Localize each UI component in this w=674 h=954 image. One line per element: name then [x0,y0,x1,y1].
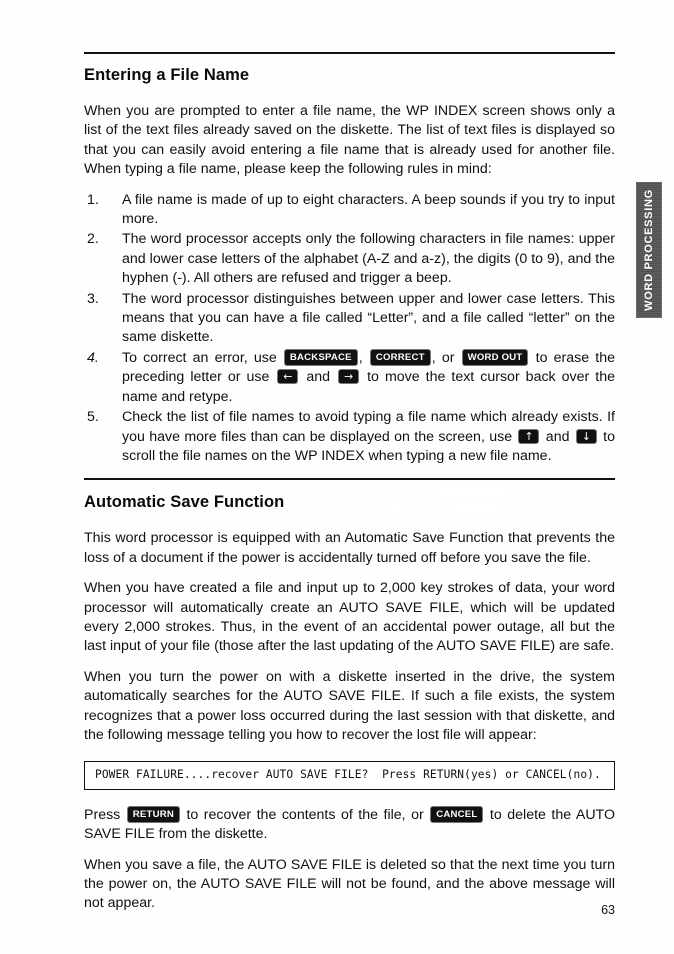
auto-save-paragraph-2: When you have created a file and input u… [84,580,615,655]
list-item: 5. Check the list of file names to avoid… [84,408,615,466]
list-item: 1. A file name is made of up to eight ch… [84,191,615,230]
file-name-rules-list: 1. A file name is made of up to eight ch… [84,191,615,467]
para4-text-segment-2: to recover the contents of the file, or [180,806,430,823]
rule4-text-segment-3: , or [431,349,461,366]
document-page: Entering a File Name When you are prompt… [0,0,674,954]
list-item-number: 2. [87,231,99,248]
heading-divider-middle [84,478,615,481]
side-tab-word-processing: WORD PROCESSING [636,182,662,318]
rule4-text-segment-1: To correct an error, use [122,349,283,366]
list-item-number: 4. [87,349,99,366]
para4-text-segment-1: Press [84,806,126,823]
auto-save-paragraph-1: This word processor is equipped with an … [84,530,615,566]
list-item: 3. The word processor distinguishes betw… [84,290,615,348]
list-item-text: Check the list of file names to avoid ty… [122,409,615,464]
list-item-number: 5. [87,409,99,426]
list-item-number: 3. [87,290,99,307]
key-word-out[interactable]: WORD OUT [461,348,529,367]
page-content: Entering a File Name When you are prompt… [84,52,615,914]
list-item: 2. The word processor accepts only the f… [84,230,615,288]
list-item-text: The word processor distinguishes between… [122,290,615,346]
list-item-text: A file name is made of up to eight chara… [122,191,615,228]
auto-save-paragraph-4: Press RETURN to recover the contents of … [84,805,615,845]
heading-divider-top [84,52,615,54]
power-failure-message-box: POWER FAILURE....recover AUTO SAVE FILE?… [84,761,615,790]
page-number: 63 [601,903,615,917]
key-cancel[interactable]: CANCEL [430,805,484,824]
key-backspace[interactable]: BACKSPACE [283,348,358,367]
rule5-text-segment-2: and [541,428,574,445]
section-heading-automatic-save-function: Automatic Save Function [84,493,285,512]
key-arrow-down-icon[interactable]: ↓ [575,428,597,444]
intro-paragraph: When you are prompted to enter a file na… [84,103,615,178]
key-correct[interactable]: CORRECT [369,348,431,367]
power-failure-message-text: POWER FAILURE....recover AUTO SAVE FILE?… [95,768,601,782]
auto-save-paragraph-3: When you turn the power on with a disket… [84,668,615,743]
list-item: 4. To correct an error, use BACKSPACE, C… [84,348,615,407]
key-arrow-right-icon[interactable]: → [338,369,360,385]
key-arrow-up-icon[interactable]: ↑ [518,428,540,444]
key-arrow-left-icon[interactable]: ← [277,369,299,385]
rule4-text-segment-5: and [300,369,337,386]
side-tab-label: WORD PROCESSING [643,189,655,311]
key-return[interactable]: RETURN [126,805,180,824]
rule4-text-segment-2: , [358,349,369,366]
list-item-text: To correct an error, use BACKSPACE, CORR… [122,348,615,405]
list-item-number: 1. [87,191,99,208]
section-heading-entering-a-file-name: Entering a File Name [84,66,250,84]
list-item-text: The word processor accepts only the foll… [122,231,615,287]
